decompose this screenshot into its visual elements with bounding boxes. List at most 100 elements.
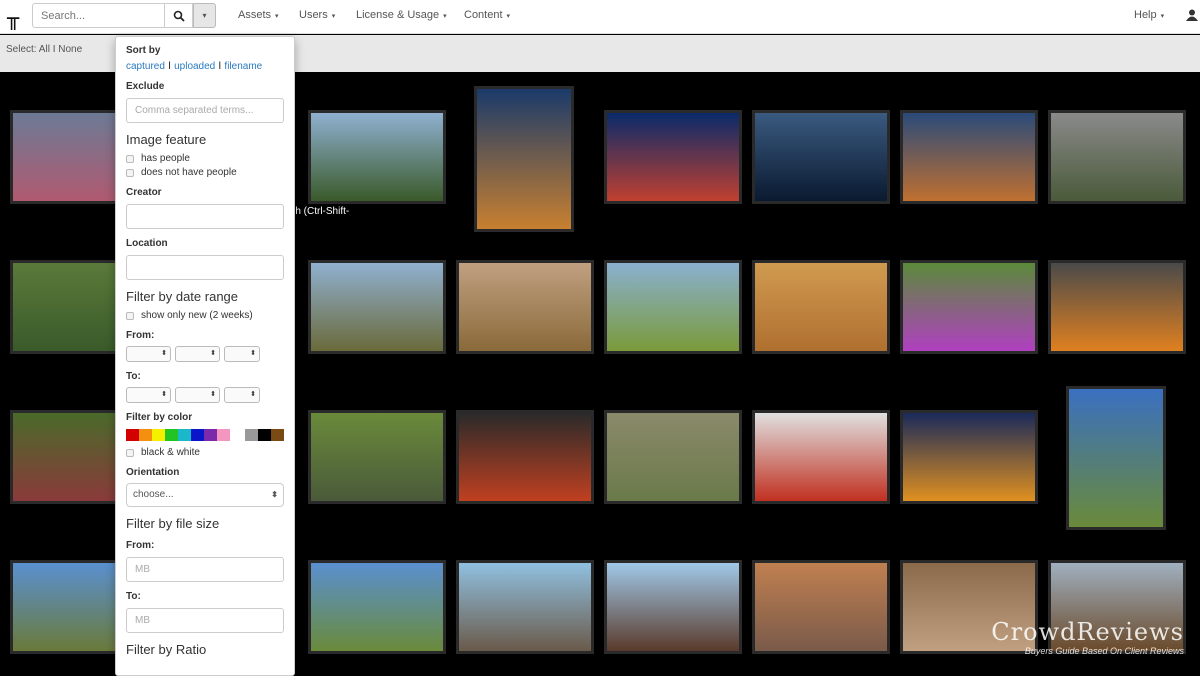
orientation-select[interactable]: choose... ⬍: [126, 483, 284, 507]
search-button[interactable]: [164, 3, 193, 28]
sort-captured-link[interactable]: captured: [126, 61, 165, 72]
year-select[interactable]: ⬍: [224, 346, 260, 362]
color-swatch[interactable]: [191, 429, 204, 441]
thumbnail-image: [459, 413, 591, 501]
chevron-down-icon: ▾: [1160, 13, 1165, 20]
nav-content[interactable]: Content ▾: [464, 9, 510, 21]
file-size-to-label: To:: [126, 591, 141, 602]
tooltip: rch (Ctrl-Shift- ): [287, 206, 349, 230]
image-thumbnail[interactable]: [752, 110, 890, 204]
image-thumbnail[interactable]: [308, 110, 446, 204]
file-size-heading: Filter by file size: [126, 516, 220, 531]
image-thumbnail[interactable]: [1048, 110, 1186, 204]
thumbnail-image: [459, 563, 591, 651]
show-new-checkbox[interactable]: show only new (2 weeks): [126, 310, 284, 321]
color-swatch[interactable]: [139, 429, 152, 441]
no-people-checkbox[interactable]: does not have people: [126, 167, 284, 178]
image-thumbnail[interactable]: [308, 560, 446, 654]
color-swatch[interactable]: [165, 429, 178, 441]
nav-assets[interactable]: Assets ▾: [238, 9, 279, 21]
image-feature-heading: Image feature: [126, 132, 207, 147]
exclude-input[interactable]: Comma separated terms...: [126, 98, 284, 123]
image-thumbnail[interactable]: [308, 410, 446, 504]
image-thumbnail[interactable]: [474, 86, 574, 232]
color-swatch[interactable]: [152, 429, 165, 441]
image-thumbnail[interactable]: [604, 410, 742, 504]
image-thumbnail[interactable]: [456, 560, 594, 654]
checkbox[interactable]: [126, 448, 134, 457]
nav-users[interactable]: Users ▾: [299, 9, 335, 21]
sort-filename-link[interactable]: filename: [224, 61, 262, 72]
thumbnail-image: [1051, 113, 1183, 201]
image-thumbnail[interactable]: [752, 410, 890, 504]
image-thumbnail[interactable]: [308, 260, 446, 354]
color-swatch[interactable]: [204, 429, 217, 441]
search-options-toggle[interactable]: ▾: [193, 3, 216, 28]
image-thumbnail[interactable]: [604, 560, 742, 654]
thumbnail-image: [755, 563, 887, 651]
image-thumbnail[interactable]: [456, 410, 594, 504]
has-people-checkbox[interactable]: has people: [126, 153, 284, 164]
watermark-title: CrowdReviews: [991, 618, 1184, 646]
filter-color-label: Filter by color: [126, 412, 193, 423]
app-logo[interactable]: ╥: [7, 6, 19, 30]
sort-uploaded-link[interactable]: uploaded: [174, 61, 215, 72]
chevron-down-icon: ▾: [506, 13, 511, 20]
search-options-dropdown: Sort by captured I uploaded I filename E…: [115, 36, 295, 676]
thumbnail-image: [607, 413, 739, 501]
image-thumbnail[interactable]: [900, 260, 1038, 354]
image-thumbnail[interactable]: [752, 560, 890, 654]
color-swatch[interactable]: [258, 429, 271, 441]
separator: I: [164, 60, 175, 72]
black-white-checkbox[interactable]: black & white: [126, 447, 284, 458]
thumbnail-image: [477, 89, 571, 229]
color-swatch[interactable]: [126, 429, 139, 441]
day-select[interactable]: ⬍: [175, 387, 220, 403]
checkbox[interactable]: [126, 168, 134, 177]
thumbnail-image: [607, 113, 739, 201]
color-swatch[interactable]: [271, 429, 284, 441]
month-select[interactable]: ⬍: [126, 387, 171, 403]
thumbnail-image: [903, 413, 1035, 501]
checkbox-label: show only new (2 weeks): [141, 310, 253, 321]
location-input[interactable]: [126, 255, 284, 280]
search-icon: [173, 10, 185, 22]
color-swatch[interactable]: [217, 429, 230, 441]
file-size-from-label: From:: [126, 540, 155, 551]
color-swatch[interactable]: [245, 429, 258, 441]
nav-license-usage[interactable]: License & Usage ▾: [356, 9, 447, 21]
image-thumbnail[interactable]: [900, 110, 1038, 204]
image-thumbnail[interactable]: [752, 260, 890, 354]
file-size-to-input[interactable]: MB: [126, 608, 284, 633]
nav-label: License & Usage: [356, 9, 440, 21]
watermark: CrowdReviews Buyers Guide Based On Clien…: [991, 618, 1184, 656]
image-thumbnail[interactable]: [604, 260, 742, 354]
month-select[interactable]: ⬍: [126, 346, 171, 362]
year-select[interactable]: ⬍: [224, 387, 260, 403]
user-icon[interactable]: [1186, 9, 1198, 21]
thumbnail-image: [311, 413, 443, 501]
checkbox[interactable]: [126, 311, 134, 320]
chevron-down-icon: ▾: [443, 13, 447, 20]
image-thumbnail[interactable]: [604, 110, 742, 204]
day-select[interactable]: ⬍: [175, 346, 220, 362]
creator-input[interactable]: [126, 204, 284, 229]
image-thumbnail[interactable]: [900, 410, 1038, 504]
thumbnail-image: [903, 113, 1035, 201]
watermark-subtitle: Buyers Guide Based On Client Reviews: [1024, 646, 1184, 656]
checkbox[interactable]: [126, 154, 134, 163]
thumbnail-image: [755, 113, 887, 201]
nav-label: Help: [1134, 9, 1157, 21]
image-thumbnail[interactable]: [456, 260, 594, 354]
nav-help[interactable]: Help ▾: [1134, 9, 1164, 21]
to-date-selects: ⬍ ⬍ ⬍: [126, 387, 284, 403]
to-date-label: To:: [126, 371, 141, 382]
color-swatch: [230, 429, 245, 441]
file-size-from-input[interactable]: MB: [126, 557, 284, 582]
thumbnail-image: [607, 563, 739, 651]
search-input[interactable]: [32, 3, 165, 28]
orientation-label: Orientation: [126, 467, 180, 478]
image-thumbnail[interactable]: [1048, 260, 1186, 354]
image-thumbnail[interactable]: [1066, 386, 1166, 530]
color-swatch[interactable]: [178, 429, 191, 441]
